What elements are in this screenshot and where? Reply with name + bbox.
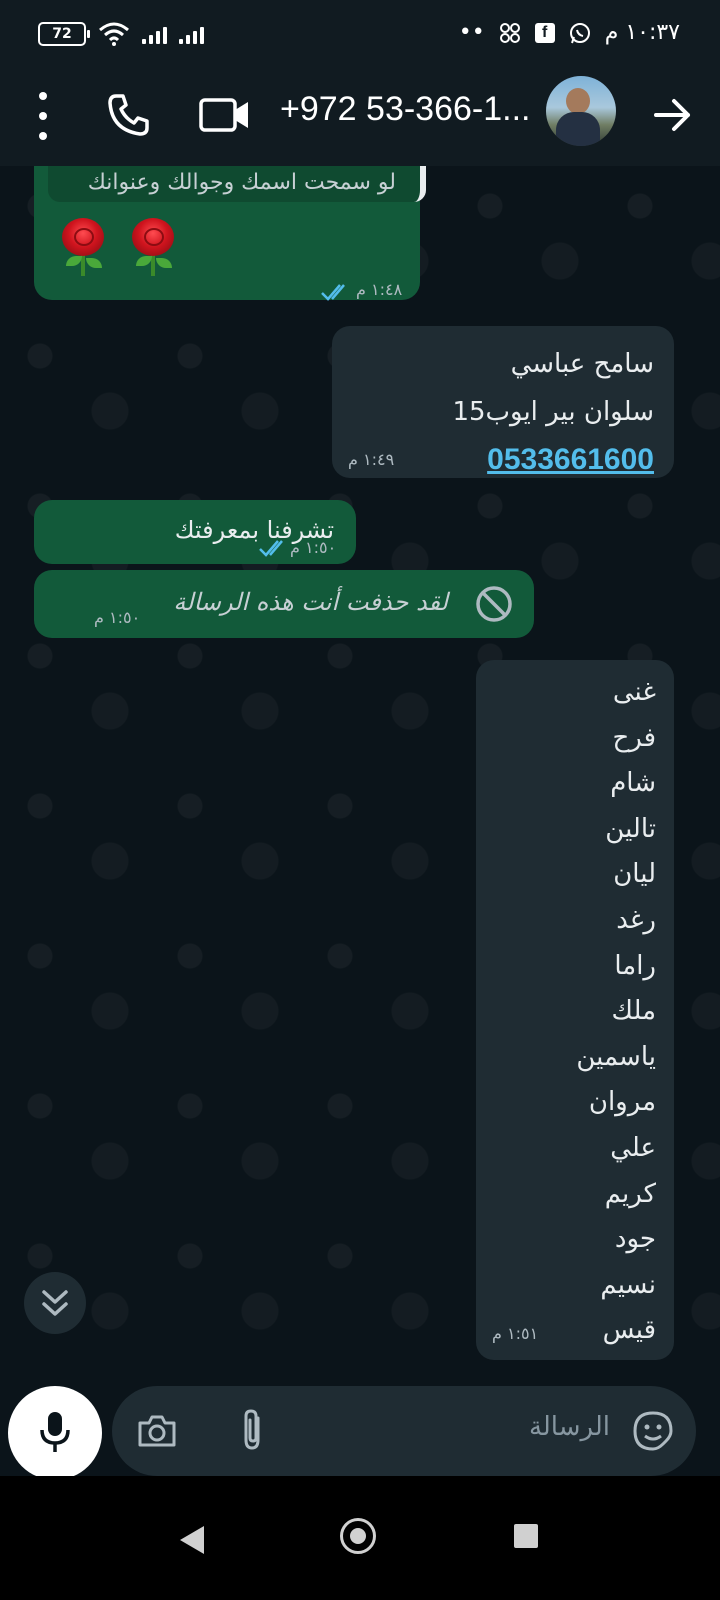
quoted-text: لو سمحت اسمك وجوالك وعنوانك	[87, 170, 396, 195]
message-time: ١:٤٩ م	[348, 450, 395, 469]
message-time: ١:٤٨ م	[356, 280, 403, 299]
phone-link[interactable]: 0533661600	[487, 436, 654, 484]
list-item: شام	[610, 768, 656, 799]
list-item: راما	[614, 950, 656, 981]
message-time: ١:٥١ م	[492, 1324, 539, 1343]
list-item: رغد	[616, 904, 656, 935]
list-item: فرح	[612, 722, 656, 753]
message-bubble-incoming[interactable]: لو سمحت اسمك وجوالك وعنوانك ١:٤٨ م	[34, 166, 426, 301]
deleted-message-text: لقد حذفت أنت هذه الرسالة	[173, 588, 448, 616]
list-item: جود	[614, 1224, 656, 1255]
nav-recents-icon[interactable]	[514, 1524, 538, 1548]
camera-icon[interactable]	[136, 1411, 178, 1451]
list-item: غنى	[612, 677, 656, 707]
sticker-icon[interactable]	[632, 1410, 674, 1452]
message-time: ١:٥٠ م	[94, 608, 141, 627]
message-list[interactable]: لو سمحت اسمك وجوالك وعنوانك ١:٤٨ م سامح …	[0, 166, 720, 1386]
rose-emoji	[58, 218, 110, 278]
status-bar: 72 •• f ١٠:٣٧ م	[0, 0, 720, 66]
mic-button[interactable]	[8, 1386, 102, 1480]
whatsapp-icon	[569, 22, 590, 43]
list-item: قيس	[602, 1315, 656, 1346]
nav-home-icon[interactable]	[340, 1518, 376, 1554]
status-dots: ••	[458, 20, 485, 45]
scroll-to-bottom-button[interactable]	[24, 1272, 86, 1334]
list-item: تالين	[605, 813, 656, 844]
list-item: علي	[610, 1132, 656, 1163]
list-item: ليان	[613, 859, 656, 890]
battery-icon: 72	[38, 22, 90, 46]
list-item: مروان	[588, 1087, 656, 1118]
contact-title[interactable]: +972 53-366-1...	[280, 90, 530, 129]
list-item: نسيم	[600, 1269, 656, 1300]
chat-header: +972 53-366-1...	[0, 66, 720, 166]
names-list: غنى فرح شام تالين ليان رغد راما ملك ياسم…	[576, 670, 656, 1354]
avatar[interactable]	[546, 76, 616, 146]
notification-icon	[499, 22, 520, 43]
message-line: سلوان بير ايوب15	[452, 397, 654, 427]
message-time: ١:٥٠ م	[290, 538, 337, 557]
status-left-group: 72	[38, 22, 204, 46]
message-bubble-outgoing[interactable]: سامح عباسي سلوان بير ايوب15 0533661600 ١…	[332, 326, 674, 478]
mic-icon	[40, 1412, 70, 1452]
message-bubble-incoming[interactable]: تشرفنا بمعرفتك ١:٥٠ م	[34, 500, 356, 564]
phone-icon[interactable]	[104, 90, 154, 140]
system-nav-bar	[0, 1476, 720, 1600]
nav-back-icon[interactable]	[180, 1526, 204, 1554]
message-line: سامح عباسي	[510, 349, 654, 379]
read-ticks-icon	[321, 284, 345, 301]
wifi-icon	[99, 22, 129, 46]
attachment-icon[interactable]	[232, 1408, 272, 1454]
message-placeholder: الرسالة	[528, 1412, 610, 1442]
signal-icon	[142, 24, 167, 44]
chevron-double-down-icon	[42, 1290, 68, 1316]
emoji-roses	[58, 218, 180, 278]
facebook-icon: f	[534, 22, 555, 43]
status-right-group: •• f ١٠:٣٧ م	[459, 20, 680, 45]
deleted-message-bubble[interactable]: لقد حذفت أنت هذه الرسالة ١:٥٠ م	[34, 570, 534, 638]
back-arrow-icon[interactable]	[650, 92, 696, 138]
signal-icon-2	[179, 24, 204, 44]
list-item: ياسمين	[576, 1041, 656, 1072]
list-item: ملك	[611, 996, 656, 1027]
list-item: كريم	[604, 1178, 656, 1209]
quoted-message[interactable]: لو سمحت اسمك وجوالك وعنوانك	[48, 166, 426, 202]
read-ticks-icon	[259, 540, 283, 557]
clock: ١٠:٣٧ م	[604, 20, 680, 45]
blocked-icon	[476, 586, 512, 622]
message-bubble-outgoing[interactable]: غنى فرح شام تالين ليان رغد راما ملك ياسم…	[476, 660, 674, 1360]
more-vert-icon[interactable]	[28, 92, 58, 140]
video-call-icon[interactable]	[198, 90, 254, 140]
message-input[interactable]: الرسالة	[112, 1386, 696, 1476]
rose-emoji	[128, 218, 180, 278]
composer-bar: الرسالة	[0, 1386, 720, 1480]
